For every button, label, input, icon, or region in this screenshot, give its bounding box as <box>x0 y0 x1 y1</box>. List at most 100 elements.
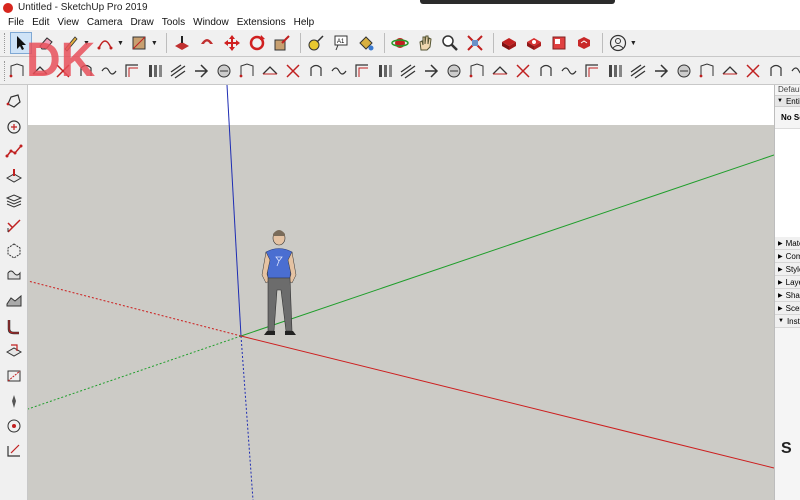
3d-viewport[interactable] <box>28 85 774 500</box>
extension-tool-icon[interactable] <box>353 60 371 82</box>
follow-me-icon[interactable] <box>3 316 25 336</box>
sandbox-icon[interactable] <box>3 291 25 311</box>
toolbar-grip[interactable] <box>4 60 5 81</box>
extension-tool-icon[interactable] <box>284 60 302 82</box>
x-ray-icon[interactable] <box>3 366 25 386</box>
walk-icon[interactable] <box>3 391 25 411</box>
polyline-icon[interactable] <box>3 141 25 161</box>
window-overlay-strip <box>420 0 615 4</box>
extension-tool-icon[interactable] <box>698 60 716 82</box>
layers-icon[interactable] <box>3 191 25 211</box>
extension-tool-icon[interactable] <box>537 60 555 82</box>
menu-camera[interactable]: Camera <box>83 17 127 28</box>
extension-tool-icon[interactable] <box>468 60 486 82</box>
look-around-icon[interactable] <box>3 416 25 436</box>
line-dropdown-icon[interactable]: ▼ <box>83 40 90 47</box>
extension-tool-icon[interactable] <box>376 60 394 82</box>
rotate-icon[interactable] <box>246 32 268 54</box>
pan-icon[interactable] <box>414 32 436 54</box>
entity-info-body <box>775 129 800 237</box>
select-icon[interactable] <box>10 32 32 54</box>
extension-tool-icon[interactable] <box>721 60 739 82</box>
freehand-icon[interactable] <box>3 266 25 286</box>
menu-edit[interactable]: Edit <box>28 17 53 28</box>
tray-section-scenes[interactable]: ▶ Scenes <box>775 302 800 315</box>
menu-draw[interactable]: Draw <box>126 17 157 28</box>
zoom-extents-icon[interactable] <box>464 32 486 54</box>
extension-tool-icon[interactable] <box>675 60 693 82</box>
toolbar-grip[interactable] <box>4 33 7 53</box>
eraser-icon[interactable] <box>35 32 57 54</box>
extension-tool-icon[interactable] <box>445 60 463 82</box>
tray-section-layers[interactable]: ▶ Layers <box>775 276 800 289</box>
extension-tool-icon[interactable] <box>606 60 624 82</box>
tray-section-instructor[interactable]: ▼ Instructor <box>775 315 800 328</box>
tray-section-components[interactable]: ▶ Components <box>775 250 800 263</box>
menu-extensions[interactable]: Extensions <box>233 17 290 28</box>
extension-tool-icon[interactable] <box>514 60 532 82</box>
menu-tools[interactable]: Tools <box>158 17 189 28</box>
extension-warehouse-icon[interactable] <box>523 32 545 54</box>
tray-section-materials[interactable]: ▶ Materials <box>775 237 800 250</box>
rotated-shape-icon[interactable] <box>3 241 25 261</box>
menu-help[interactable]: Help <box>290 17 319 28</box>
dimension-icon[interactable] <box>3 441 25 461</box>
orbit-icon[interactable] <box>389 32 411 54</box>
move-icon[interactable] <box>221 32 243 54</box>
scene-canvas[interactable] <box>28 85 774 500</box>
menu-view[interactable]: View <box>53 17 83 28</box>
extension-manager-icon[interactable] <box>573 32 595 54</box>
extension-tool-icon[interactable] <box>652 60 670 82</box>
push-pull-tool-icon[interactable] <box>3 166 25 186</box>
menu-file[interactable]: File <box>4 17 28 28</box>
offset-tool-icon[interactable] <box>3 91 25 111</box>
menu-window[interactable]: Window <box>189 17 233 28</box>
extension-tool-icon[interactable] <box>560 60 578 82</box>
paint-bucket-icon[interactable] <box>355 32 377 54</box>
account-dropdown-icon[interactable]: ▼ <box>630 40 637 47</box>
extension-tool-icon[interactable] <box>8 60 26 82</box>
line-pencil-icon[interactable] <box>60 32 82 54</box>
tray-section-styles[interactable]: ▶ Styles <box>775 263 800 276</box>
extension-tool-icon[interactable] <box>307 60 325 82</box>
extension-tool-icon[interactable] <box>169 60 187 82</box>
extension-tool-icon[interactable] <box>100 60 118 82</box>
circle-tool-icon[interactable] <box>3 116 25 136</box>
arc-icon[interactable] <box>94 32 116 54</box>
extension-tool-icon[interactable] <box>77 60 95 82</box>
extension-tool-icon[interactable] <box>261 60 279 82</box>
offset-icon[interactable] <box>196 32 218 54</box>
section-plane-icon[interactable] <box>3 341 25 361</box>
text-icon[interactable]: A1 <box>330 32 352 54</box>
rectangle-icon[interactable] <box>128 32 150 54</box>
extension-tool-icon[interactable] <box>790 60 800 82</box>
extension-tool-icon[interactable] <box>629 60 647 82</box>
arc-dropdown-icon[interactable]: ▼ <box>117 40 124 47</box>
zoom-icon[interactable] <box>439 32 461 54</box>
scale-icon[interactable] <box>271 32 293 54</box>
extension-tool-icon[interactable] <box>192 60 210 82</box>
extension-tool-icon[interactable] <box>146 60 164 82</box>
tape-measure-icon[interactable] <box>305 32 327 54</box>
layout-icon[interactable] <box>548 32 570 54</box>
extension-tool-icon[interactable] <box>583 60 601 82</box>
extension-tool-icon[interactable] <box>31 60 49 82</box>
extension-tool-icon[interactable] <box>123 60 141 82</box>
entity-info-header[interactable]: ▼ Entity Info <box>775 95 800 107</box>
extension-tool-icon[interactable] <box>491 60 509 82</box>
extension-tool-icon[interactable] <box>422 60 440 82</box>
extension-tool-icon[interactable] <box>238 60 256 82</box>
rectangle-dropdown-icon[interactable]: ▼ <box>151 40 158 47</box>
extension-tool-icon[interactable] <box>767 60 785 82</box>
warehouse-icon[interactable] <box>498 32 520 54</box>
account-icon[interactable] <box>607 32 629 54</box>
extension-tool-icon[interactable] <box>744 60 762 82</box>
extension-tool-icon[interactable] <box>54 60 72 82</box>
extension-tool-icon[interactable] <box>215 60 233 82</box>
extension-tool-icon[interactable] <box>399 60 417 82</box>
sketchup-app-icon <box>3 2 13 13</box>
tray-section-shadows[interactable]: ▶ Shadows <box>775 289 800 302</box>
extension-tool-icon[interactable] <box>330 60 348 82</box>
axes-tool-icon[interactable] <box>3 216 25 236</box>
push-pull-icon[interactable] <box>171 32 193 54</box>
